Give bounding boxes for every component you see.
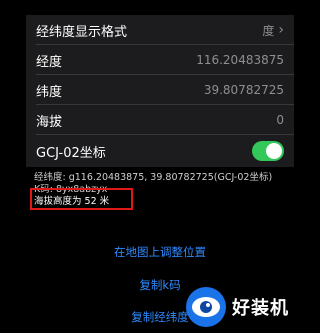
gcj-row: GCJ-02坐标 [26,135,294,167]
toggle-knob [266,143,282,159]
latitude-value: 39.80782725 [203,83,284,97]
gcj-label: GCJ-02坐标 [36,145,106,161]
watermark-text: 好装机 [232,298,289,319]
format-row[interactable]: 经纬度显示格式 度 › [26,15,294,45]
watermark: 好装机 [184,282,320,332]
watermark-logo-icon [184,285,228,329]
longitude-row: 经度 116.20483875 [26,45,294,75]
adjust-on-map-button[interactable]: 在地图上调整位置 [26,244,294,260]
format-label: 经纬度显示格式 [36,24,128,40]
altitude-row: 海拔 0 [26,105,294,135]
latitude-label: 纬度 [36,84,63,100]
highlight-annotation [30,188,133,210]
gcj-toggle[interactable] [252,141,284,161]
longitude-value: 116.20483875 [196,53,284,67]
longitude-label: 经度 [36,54,63,70]
chevron-right-icon: › [278,22,284,38]
latitude-row: 纬度 39.80782725 [26,75,294,105]
altitude-value: 0 [276,113,284,127]
altitude-label: 海拔 [36,114,63,130]
format-value: 度 [262,23,275,38]
